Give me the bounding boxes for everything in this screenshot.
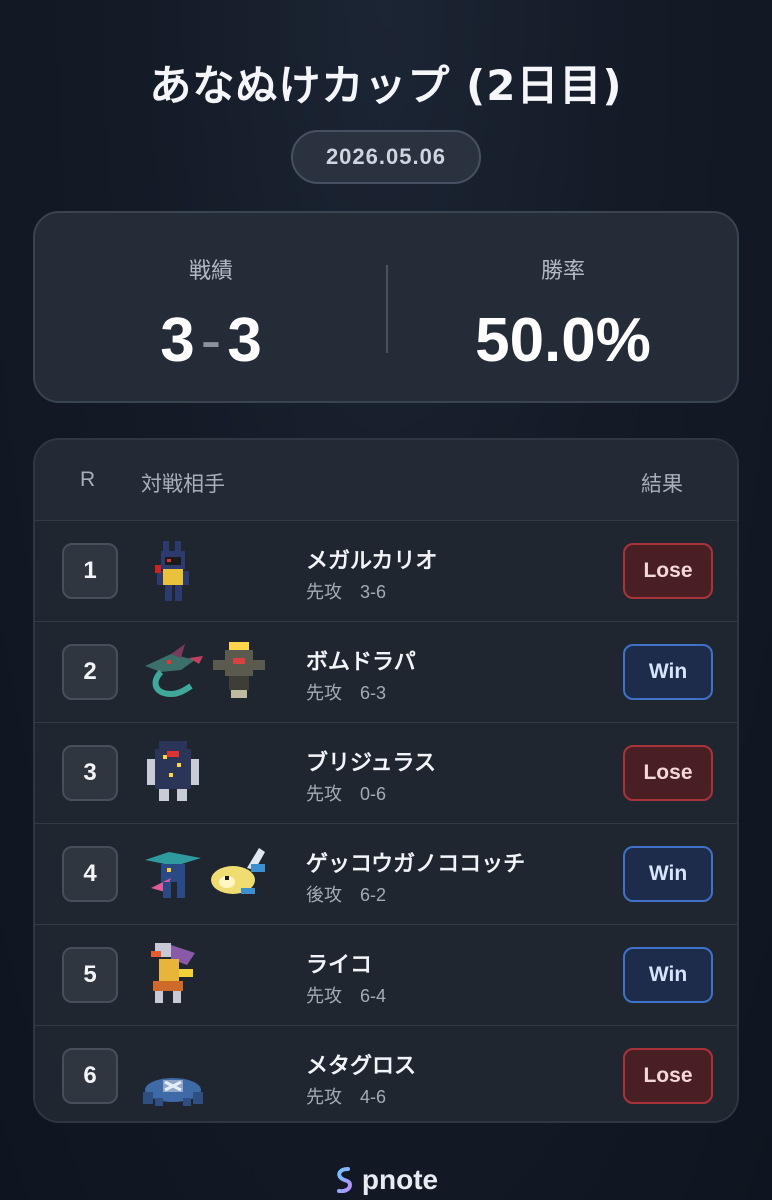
result-badge: Win [623,846,713,902]
page-title: あなぬけカップ (2日目) [149,61,623,110]
result-badge: Lose [623,745,713,801]
result-badge: Win [623,644,713,700]
table-body: 1 メガルカリオ 先攻 3-6 Lose 2 ボムドラパ 先攻 6-3 Win 3 … [35,520,737,1121]
record-stat: 戦績 3-3 [35,213,387,405]
dudunsparce-sprite-icon [211,848,265,894]
turn-order: 先攻 [306,1087,342,1108]
match-score: 3-6 [360,582,387,602]
match-table: R 対戦相手 結果 1 メガルカリオ 先攻 3-6 Lose 2 ボムドラパ 先攻… [33,438,739,1123]
opponent-name: ボムドラパ [306,650,416,675]
table-header: R 対戦相手 結果 [35,440,737,520]
losses-count: 3 [227,306,262,375]
table-row[interactable]: 3 ブリジュラス 先攻 0-6 Lose [35,722,737,823]
header-opponent: 対戦相手 [141,472,225,496]
result-badge: Lose [623,543,713,599]
wins-count: 3 [160,306,195,375]
match-detail: 先攻 3-6 [306,578,386,604]
record-label: 戦績 [188,259,233,284]
table-row[interactable]: 1 メガルカリオ 先攻 3-6 Lose [35,520,737,621]
table-row[interactable]: 4 ゲッコウガノココッチ 後攻 6-2 Win [35,823,737,924]
opponent-name: ゲッコウガノココッチ [306,852,526,877]
greninja-sprite-icon [145,852,201,898]
raging-bolt-sprite-icon [151,943,195,1003]
match-score: 0-6 [360,784,387,804]
opponent-sprites [141,838,281,910]
mega-lucario-sprite-icon [155,541,189,601]
match-detail: 後攻 6-2 [306,881,386,907]
record-value: 3-3 [35,305,387,376]
header-round: R [80,468,96,491]
round-number: 6 [62,1048,118,1104]
opponent-name: メタグロス [306,1054,417,1079]
opponent-name: メガルカリオ [306,549,438,574]
opponent-name: ブリジュラス [306,751,437,776]
opponent-name: ライコ [306,953,373,978]
archaludon-sprite-icon [147,741,199,801]
date-badge: 2026.05.06 [291,130,481,184]
result-badge: Lose [623,1048,713,1104]
winrate-stat: 勝率 50.0% [387,213,739,405]
match-score: 4-6 [360,1087,387,1107]
round-number: 3 [62,745,118,801]
winrate-label: 勝率 [540,259,585,284]
opponent-sprites [141,1040,281,1112]
match-detail: 先攻 4-6 [306,1083,386,1109]
round-number: 2 [62,644,118,700]
turn-order: 後攻 [306,885,342,906]
opponent-sprites [141,636,281,708]
match-detail: 先攻 6-3 [306,679,386,705]
record-dash: - [200,306,222,375]
match-score: 6-3 [360,683,387,703]
round-number: 4 [62,846,118,902]
match-score: 6-4 [360,986,387,1006]
match-score: 6-2 [360,885,387,905]
round-number: 5 [62,947,118,1003]
opponent-sprites [141,939,281,1011]
match-detail: 先攻 0-6 [306,780,386,806]
match-detail: 先攻 6-4 [306,982,386,1008]
round-number: 1 [62,543,118,599]
winrate-value: 50.0% [475,306,651,375]
dragapult-sprite-icon [145,644,203,698]
turn-order: 先攻 [306,986,342,1007]
header-result: 結果 [641,472,683,496]
footer-brand: pnote [361,1164,439,1195]
table-row[interactable]: 2 ボムドラパ 先攻 6-3 Win [35,621,737,722]
turn-order: 先攻 [306,784,342,805]
dusknoir-sprite-icon [213,642,265,698]
opponent-sprites [141,535,281,607]
turn-order: 先攻 [306,683,342,704]
stats-card: 戦績 3-3 勝率 50.0% [33,211,739,403]
metagross-sprite-icon [143,1078,203,1106]
table-row[interactable]: 6 メタグロス 先攻 4-6 Lose [35,1025,737,1121]
pnote-logo-icon [336,1167,352,1193]
opponent-sprites [141,737,281,809]
turn-order: 先攻 [306,582,342,603]
footer: pnote [0,1160,772,1200]
result-badge: Win [623,947,713,1003]
table-row[interactable]: 5 ライコ 先攻 6-4 Win [35,924,737,1025]
